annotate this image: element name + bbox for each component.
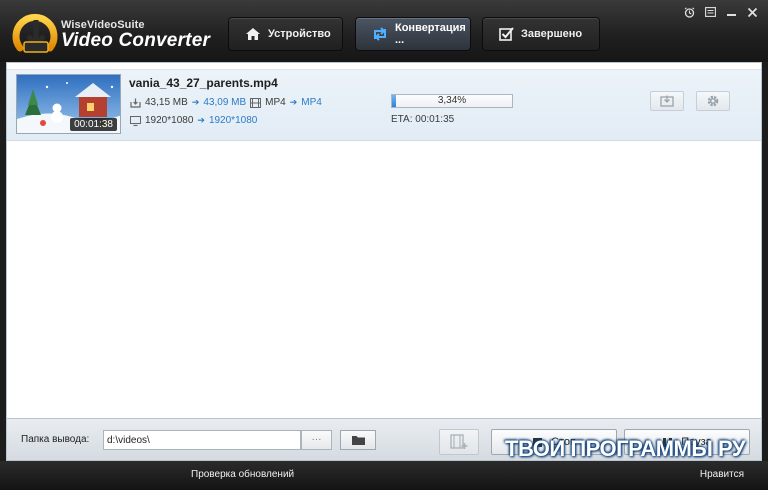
title-bar: WiseVideoSuite Video Converter Устройств…: [0, 0, 768, 62]
output-settings-button[interactable]: [650, 91, 684, 111]
window-controls: [683, 6, 758, 18]
add-film-icon: [450, 434, 468, 449]
target-resolution: 1920*1080: [208, 115, 258, 126]
conversion-progress-bar: 3,34%: [391, 94, 513, 108]
gear-icon: [707, 95, 719, 107]
open-folder-button[interactable]: [340, 430, 376, 450]
monitor-icon: [130, 115, 141, 126]
export-icon: [660, 95, 674, 107]
arrow-icon: ➔: [197, 115, 205, 125]
eta-text: ETA: 00:01:35: [391, 114, 455, 125]
arrow-icon: ➔: [191, 97, 200, 107]
tab-completed-label: Завершено: [521, 28, 583, 40]
size-format-line: 43,15 MB ➔ 43,09 MB MP4 ➔ MP4: [130, 97, 322, 108]
like-link[interactable]: Нравится: [700, 469, 744, 480]
close-icon[interactable]: [746, 6, 758, 18]
film-icon: [250, 97, 262, 108]
browse-button[interactable]: ···: [301, 430, 332, 450]
tab-converting[interactable]: Конвертация ...: [355, 17, 471, 51]
check-updates-link[interactable]: Проверка обновлений: [191, 469, 294, 480]
tab-converting-label: Конвертация ...: [395, 22, 466, 46]
folder-icon: [351, 436, 365, 445]
app-logo-icon: [12, 13, 58, 53]
output-folder-label: Папка вывода:: [21, 434, 90, 445]
resolution-line: 1920*1080 ➔ 1920*1080: [130, 115, 257, 126]
source-format: MP4: [265, 97, 286, 108]
target-format: MP4: [301, 97, 322, 108]
minimize-icon[interactable]: [725, 6, 737, 18]
output-folder-input[interactable]: [103, 430, 301, 450]
file-row[interactable]: 00:01:38 vania_43_27_parents.mp4 43,15 M…: [7, 69, 761, 141]
video-thumbnail: 00:01:38: [16, 74, 121, 134]
source-resolution: 1920*1080: [145, 115, 194, 126]
target-size: 43,09 MB: [203, 97, 247, 108]
checkbox-icon: [499, 27, 514, 41]
progress-percent: 3,34%: [437, 95, 467, 106]
add-video-button[interactable]: [439, 429, 479, 455]
alarm-icon[interactable]: [683, 6, 695, 18]
brand-app-name: Video Converter: [61, 30, 211, 51]
conversion-list[interactable]: 00:01:38 vania_43_27_parents.mp4 43,15 M…: [6, 62, 762, 419]
menu-icon[interactable]: [704, 6, 716, 18]
video-duration: 00:01:38: [70, 118, 117, 131]
file-name: vania_43_27_parents.mp4: [129, 76, 278, 90]
tab-completed[interactable]: Завершено: [482, 17, 600, 51]
arrow-icon: ➔: [289, 97, 298, 107]
home-icon: [246, 28, 260, 40]
watermark-text: ТВОИ ПРОГРАММЫ РУ: [505, 436, 746, 461]
tab-device-label: Устройство: [268, 28, 331, 40]
tab-device[interactable]: Устройство: [228, 17, 343, 51]
source-size: 43,15 MB: [145, 97, 188, 108]
filesize-icon: [130, 98, 141, 108]
convert-icon: [374, 27, 386, 41]
settings-button[interactable]: [696, 91, 730, 111]
status-bar: Проверка обновлений Нравится: [0, 461, 768, 490]
